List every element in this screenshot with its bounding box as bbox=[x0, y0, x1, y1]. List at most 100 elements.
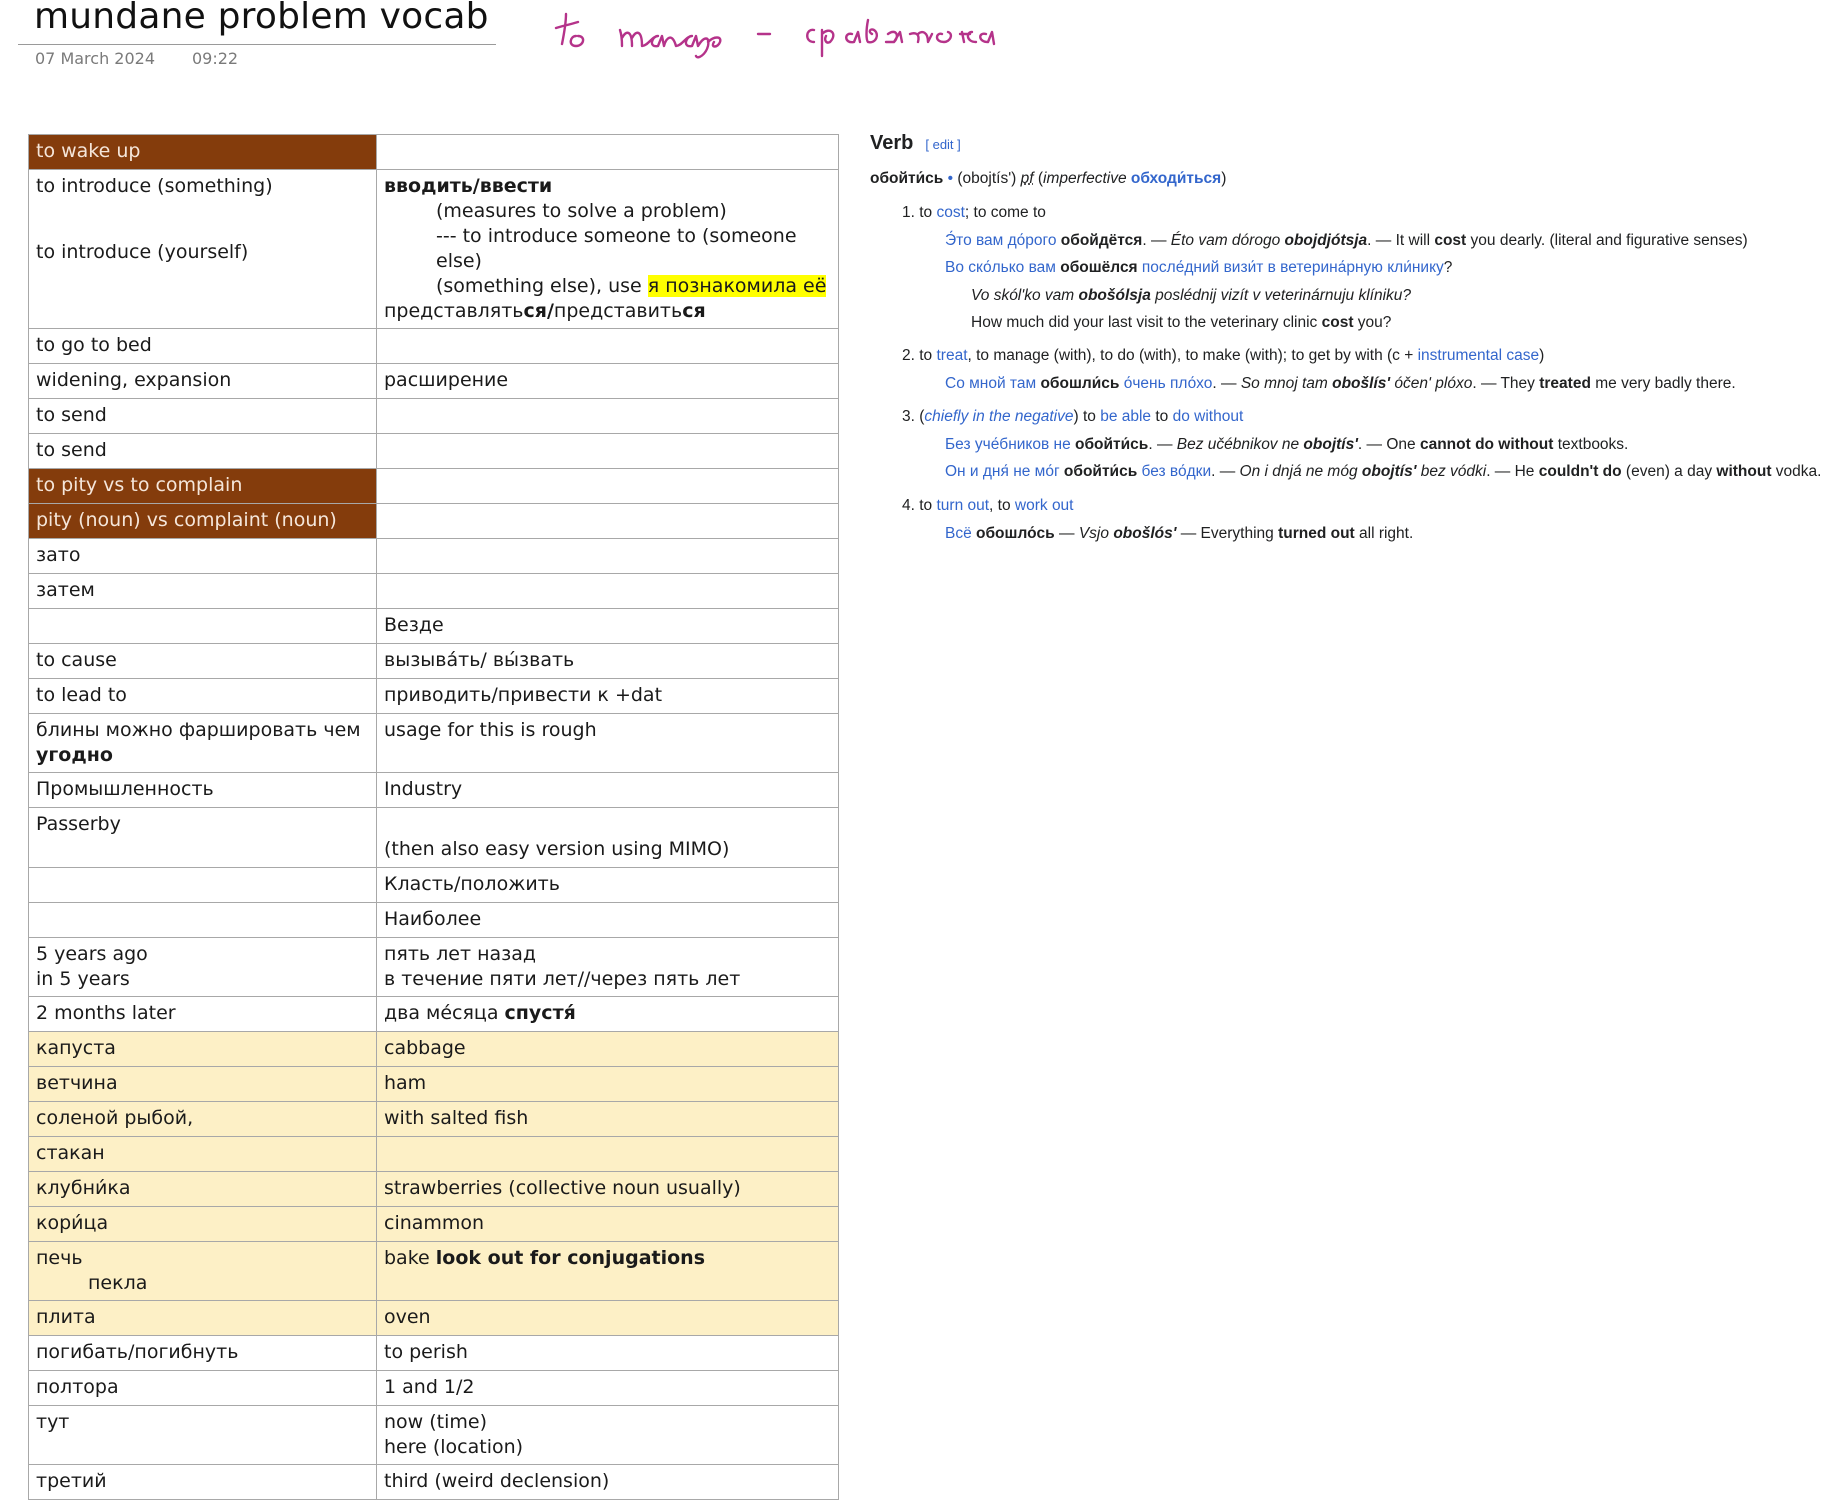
example-russian[interactable]: о́чень пло́хо bbox=[1119, 375, 1212, 392]
table-cell[interactable]: блины можно фаршировать чем угодно bbox=[29, 714, 377, 773]
table-cell[interactable]: widening, expansion bbox=[29, 364, 377, 399]
cell-line: to introduce (yourself) bbox=[36, 240, 369, 265]
table-cell[interactable]: oven bbox=[377, 1301, 839, 1336]
sense-link[interactable]: instrumental case bbox=[1418, 347, 1539, 364]
example-russian[interactable]: Он и дня́ не мо́г bbox=[945, 463, 1064, 480]
sense-link[interactable]: treat bbox=[936, 347, 967, 364]
example-russian[interactable]: Э́то вам до́рого bbox=[945, 232, 1061, 249]
table-cell[interactable] bbox=[377, 434, 839, 469]
table-cell[interactable]: вводить/ввести (measures to solve a prob… bbox=[377, 170, 839, 329]
table-cell[interactable] bbox=[377, 469, 839, 504]
table-row: третий third (weird declension) bbox=[29, 1465, 839, 1500]
table-cell[interactable]: Passerby bbox=[29, 808, 377, 868]
example-russian[interactable]: Со мной там bbox=[945, 375, 1040, 392]
table-cell[interactable]: соленой рыбой, bbox=[29, 1102, 377, 1137]
table-cell[interactable]: (then also easy version using MIMO) bbox=[377, 808, 839, 868]
table-cell[interactable]: затем bbox=[29, 574, 377, 609]
table-cell[interactable]: to lead to bbox=[29, 679, 377, 714]
sense-link[interactable]: work out bbox=[1015, 497, 1074, 514]
table-cell[interactable]: to send bbox=[29, 399, 377, 434]
text-run: два ме́сяца bbox=[384, 1002, 505, 1024]
table-cell[interactable]: приводить/привести к +dat bbox=[377, 679, 839, 714]
table-cell[interactable] bbox=[377, 135, 839, 170]
table-cell[interactable]: Класть/положить bbox=[377, 868, 839, 903]
table-cell[interactable]: зато bbox=[29, 539, 377, 574]
table-cell[interactable]: стакан bbox=[29, 1137, 377, 1172]
table-cell[interactable] bbox=[377, 504, 839, 539]
example-bold: обошёлся bbox=[1060, 259, 1137, 276]
table-cell[interactable]: печь пекла bbox=[29, 1242, 377, 1301]
aspect-abbrev[interactable]: pf bbox=[1021, 170, 1034, 187]
page-title[interactable]: mundane problem vocab bbox=[34, 0, 489, 37]
table-cell[interactable]: капуста bbox=[29, 1032, 377, 1067]
table-cell[interactable]: Промышленность bbox=[29, 773, 377, 808]
table-cell[interactable]: плита bbox=[29, 1301, 377, 1336]
table-cell[interactable] bbox=[29, 609, 377, 644]
table-cell[interactable]: 1 and 1/2 bbox=[377, 1371, 839, 1406]
sense-number: 1. bbox=[902, 204, 915, 221]
example-russian[interactable]: Во ско́лько вам bbox=[945, 259, 1060, 276]
text-run: представить bbox=[554, 300, 682, 322]
table-cell[interactable]: to go to bed bbox=[29, 329, 377, 364]
table-cell[interactable]: тут bbox=[29, 1406, 377, 1465]
table-cell[interactable]: usage for this is rough bbox=[377, 714, 839, 773]
table-cell[interactable]: 2 months later bbox=[29, 997, 377, 1032]
table-row: тут now (time) here (location) bbox=[29, 1406, 839, 1465]
table-cell[interactable]: to introduce (something) to introduce (y… bbox=[29, 170, 377, 329]
table-cell[interactable]: третий bbox=[29, 1465, 377, 1500]
example-translit: So mnoj tam bbox=[1241, 375, 1332, 392]
text-run: . — bbox=[1211, 463, 1239, 480]
sense-link[interactable]: cost bbox=[936, 204, 964, 221]
table-cell[interactable] bbox=[377, 539, 839, 574]
table-cell[interactable]: кори́ца bbox=[29, 1207, 377, 1242]
table-cell[interactable]: to pity vs to complain bbox=[29, 469, 377, 504]
edit-link[interactable]: [ edit ] bbox=[925, 137, 960, 152]
table-cell[interactable]: Industry bbox=[377, 773, 839, 808]
imperfective-link[interactable]: обходи́ться bbox=[1131, 170, 1221, 187]
table-cell[interactable]: to cause bbox=[29, 644, 377, 679]
table-cell[interactable]: ветчина bbox=[29, 1067, 377, 1102]
table-cell[interactable]: расширение bbox=[377, 364, 839, 399]
table-cell[interactable]: вызыва́ть/ вы́звать bbox=[377, 644, 839, 679]
example-russian[interactable]: Без уче́бников не bbox=[945, 436, 1075, 453]
example-line: How much did your last visit to the vete… bbox=[971, 314, 1391, 332]
table-cell[interactable] bbox=[29, 903, 377, 938]
table-cell[interactable]: third (weird declension) bbox=[377, 1465, 839, 1500]
handwritten-ink-note[interactable] bbox=[548, 0, 1008, 62]
table-cell[interactable]: пять лет назад в течение пяти лет//через… bbox=[377, 938, 839, 997]
table-cell[interactable]: два ме́сяца спустя́ bbox=[377, 997, 839, 1032]
sense-link[interactable]: do without bbox=[1173, 408, 1244, 425]
table-cell[interactable]: now (time) here (location) bbox=[377, 1406, 839, 1465]
cell-line: here (location) bbox=[384, 1435, 831, 1460]
text-run: . — One bbox=[1358, 436, 1420, 453]
example-russian[interactable]: после́дний визи́т в ветерина́рную кли́ни… bbox=[1138, 259, 1444, 276]
table-cell[interactable]: клубни́ка bbox=[29, 1172, 377, 1207]
text-run: bake bbox=[384, 1247, 436, 1269]
text-run: представлять bbox=[384, 300, 524, 322]
table-cell[interactable]: ham bbox=[377, 1067, 839, 1102]
table-cell[interactable]: cinammon bbox=[377, 1207, 839, 1242]
table-cell[interactable]: to send bbox=[29, 434, 377, 469]
table-cell[interactable] bbox=[377, 329, 839, 364]
table-cell[interactable]: 5 years ago in 5 years bbox=[29, 938, 377, 997]
table-cell[interactable]: with salted fish bbox=[377, 1102, 839, 1137]
sense-link[interactable]: turn out bbox=[936, 497, 989, 514]
table-cell[interactable]: to perish bbox=[377, 1336, 839, 1371]
table-cell[interactable] bbox=[377, 1137, 839, 1172]
table-cell[interactable] bbox=[377, 399, 839, 434]
table-cell[interactable]: to wake up bbox=[29, 135, 377, 170]
example-russian[interactable]: Всё bbox=[945, 525, 976, 542]
table-cell[interactable]: pity (noun) vs complaint (noun) bbox=[29, 504, 377, 539]
sense-link[interactable]: chiefly in the negative bbox=[924, 408, 1073, 425]
table-cell[interactable] bbox=[29, 868, 377, 903]
table-cell[interactable] bbox=[377, 574, 839, 609]
example-russian[interactable]: без во́дки bbox=[1137, 463, 1211, 480]
table-cell[interactable]: полтора bbox=[29, 1371, 377, 1406]
table-cell[interactable]: strawberries (collective noun usually) bbox=[377, 1172, 839, 1207]
table-cell[interactable]: Везде bbox=[377, 609, 839, 644]
table-cell[interactable]: Наиболее bbox=[377, 903, 839, 938]
table-cell[interactable]: cabbage bbox=[377, 1032, 839, 1067]
sense-link[interactable]: be able bbox=[1100, 408, 1151, 425]
table-cell[interactable]: bake look out for conjugations bbox=[377, 1242, 839, 1301]
table-cell[interactable]: погибать/погибнуть bbox=[29, 1336, 377, 1371]
